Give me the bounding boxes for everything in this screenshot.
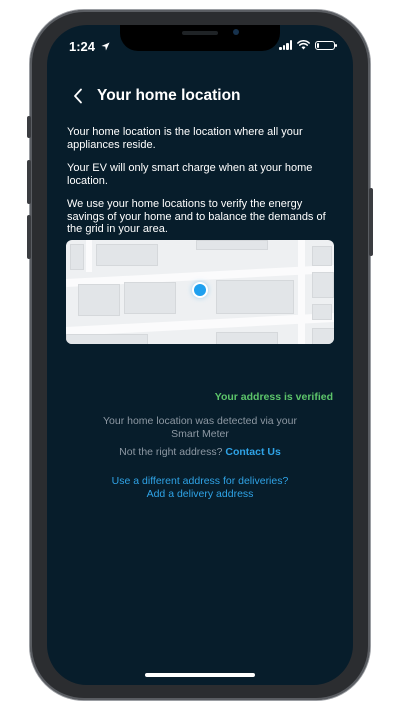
detection-line-2: Smart Meter	[171, 427, 229, 440]
speaker-grille	[182, 31, 218, 35]
volume-up-button	[27, 160, 31, 204]
map-building	[78, 284, 120, 316]
home-location-map[interactable]	[66, 240, 334, 344]
delivery-question: Use a different address for deliveries?	[111, 475, 289, 487]
chevron-left-icon	[74, 88, 82, 104]
status-bar-time: 1:24	[69, 39, 110, 54]
map-building	[216, 332, 278, 344]
app-screen: 1:24 Your home location Your home locati…	[47, 25, 353, 685]
power-button	[369, 188, 373, 256]
wifi-icon	[297, 40, 310, 50]
phone-frame: 1:24 Your home location Your home locati…	[27, 10, 373, 700]
map-building	[312, 246, 332, 266]
home-indicator[interactable]	[145, 673, 255, 677]
page-title: Your home location	[97, 87, 241, 104]
detection-line-1: Your home location was detected via your	[103, 415, 297, 427]
status-time-text: 1:24	[69, 39, 96, 54]
wrong-address-prompt: Not the right address? Contact Us	[67, 446, 333, 458]
location-dot-icon	[194, 284, 206, 296]
location-arrow-icon	[101, 42, 110, 51]
map-building	[70, 244, 84, 270]
notch	[120, 25, 280, 51]
intro-paragraph-3: We use your home locations to verify the…	[67, 198, 326, 235]
front-camera	[233, 29, 239, 35]
intro-paragraph-2: Your EV will only smart charge when at y…	[67, 162, 313, 187]
battery-icon	[315, 40, 337, 50]
intro-paragraph-1: Your home location is the location where…	[67, 126, 303, 151]
map-building	[216, 280, 294, 314]
delivery-address-link[interactable]: Use a different address for deliveries? …	[67, 475, 333, 500]
screen-header: Your home location	[67, 85, 241, 107]
map-street	[66, 312, 334, 337]
back-button[interactable]	[67, 85, 89, 107]
silent-switch	[27, 116, 31, 138]
map-street	[298, 240, 305, 344]
cellular-signal-icon	[279, 40, 292, 50]
contact-us-link[interactable]: Contact Us	[225, 446, 280, 458]
battery-level	[317, 42, 319, 48]
map-building	[124, 282, 176, 314]
detection-source-text: Your home location was detected via your…	[67, 415, 333, 440]
map-building	[66, 334, 148, 344]
map-building	[312, 328, 334, 344]
status-bar-icons	[279, 40, 337, 50]
map-building	[312, 272, 334, 298]
wrong-address-text: Not the right address?	[119, 446, 223, 458]
map-street	[86, 240, 92, 272]
map-building	[196, 240, 268, 250]
volume-down-button	[27, 215, 31, 259]
map-building	[312, 304, 332, 320]
address-verified-status: Your address is verified	[214, 391, 333, 403]
map-building	[96, 244, 158, 266]
add-delivery-address-text: Add a delivery address	[146, 487, 254, 500]
